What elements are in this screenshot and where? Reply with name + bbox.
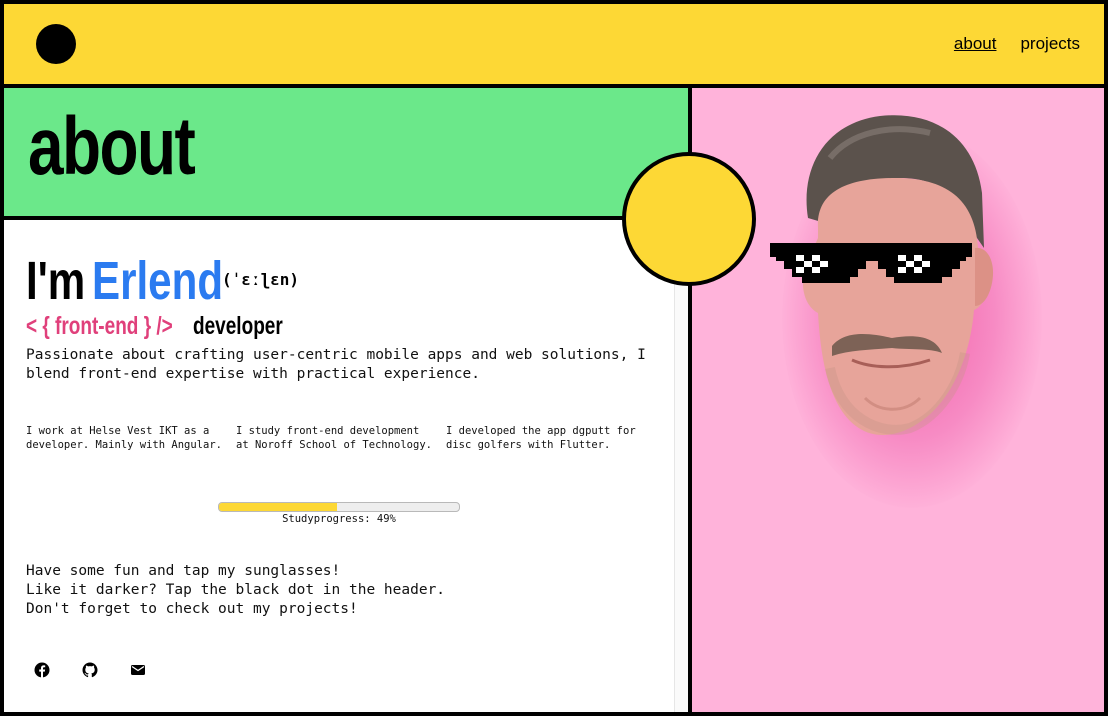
study-progress: Studyprogress: 49% — [218, 502, 460, 525]
progress-fill — [219, 503, 337, 511]
progress-track — [218, 502, 460, 512]
role-label: developer — [192, 312, 283, 340]
facebook-icon[interactable] — [34, 662, 50, 678]
sunglasses[interactable] — [770, 243, 972, 285]
page-frame: about projects about I'm Erlend (ˈɛːɭɛn)… — [0, 0, 1108, 716]
greeting-prefix: I'm — [26, 251, 86, 311]
role-title: < { front-end } /> developer — [26, 312, 311, 341]
github-icon[interactable] — [82, 662, 98, 678]
fun-line-3: Don't forget to check out my projects! — [26, 601, 358, 617]
nav-link-projects[interactable]: projects — [1020, 34, 1080, 54]
progress-label: Studyprogress: 49% — [282, 513, 396, 525]
nav-link-about[interactable]: about — [954, 34, 997, 54]
fun-text: Have some fun and tap my sunglasses! Lik… — [26, 562, 445, 619]
hero-banner: about — [4, 88, 688, 216]
intro-text: Passionate about crafting user-centric m… — [26, 347, 646, 382]
decorative-circle — [622, 152, 756, 286]
role-code: < { front-end } /> — [26, 312, 173, 340]
fact-work: I work at Helse Vest IKT as a developer.… — [26, 425, 222, 451]
facts-row: I work at Helse Vest IKT as a developer.… — [26, 424, 646, 452]
about-content: I'm Erlend (ˈɛːɭɛn) < { front-end } /> d… — [4, 220, 688, 712]
fun-line-2: Like it darker? Tap the black dot in the… — [26, 582, 446, 598]
social-links — [34, 662, 146, 678]
name-pronunciation: (ˈɛːɭɛn) — [222, 270, 300, 289]
header: about projects — [4, 4, 1104, 84]
person-name: Erlend — [91, 251, 223, 311]
fact-app: I developed the app dgputt for disc golf… — [446, 425, 636, 451]
mail-icon[interactable] — [130, 662, 146, 678]
fun-line-1: Have some fun and tap my sunglasses! — [26, 563, 341, 579]
scrollbar[interactable] — [674, 280, 688, 712]
main-nav: about projects — [954, 34, 1080, 54]
theme-toggle-dot[interactable] — [36, 24, 76, 64]
page-title: about — [28, 101, 196, 192]
portrait-panel — [692, 88, 1104, 712]
fact-study: I study front-end development at Noroff … — [236, 425, 432, 451]
